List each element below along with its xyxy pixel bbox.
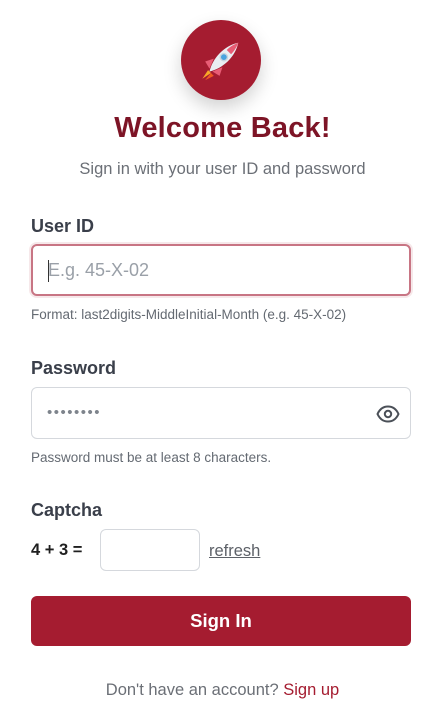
user-id-input[interactable] — [33, 246, 409, 294]
password-hint: Password must be at least 8 characters. — [31, 450, 272, 465]
password-masked-value: •••••••• — [47, 404, 102, 421]
captcha-label: Captcha — [31, 500, 103, 520]
captcha-field-container — [100, 529, 200, 571]
password-label: Password — [31, 358, 117, 378]
eye-icon[interactable] — [376, 402, 400, 426]
signup-prompt-text: Don't have an account? — [105, 681, 279, 699]
sign-up-link[interactable]: Sign up — [283, 681, 339, 699]
sign-in-button[interactable]: Sign In — [31, 596, 411, 646]
page-subtitle: Sign in with your user ID and password — [79, 160, 366, 178]
password-field[interactable]: •••••••• — [31, 387, 411, 439]
captcha-refresh-link[interactable]: refresh — [209, 542, 260, 561]
app-logo — [181, 20, 261, 100]
rocket-icon — [202, 42, 239, 81]
text-caret — [48, 260, 49, 282]
user-id-hint: Format: last2digits-MiddleInitial-Month … — [31, 307, 347, 322]
captcha-input[interactable] — [101, 530, 199, 570]
signup-prompt: Don't have an account? Sign up — [0, 681, 445, 700]
page-title: Welcome Back! — [114, 112, 331, 144]
user-id-label: User ID — [31, 216, 95, 236]
user-id-field-container — [31, 244, 411, 296]
captcha-question: 4 + 3 = — [31, 541, 83, 559]
